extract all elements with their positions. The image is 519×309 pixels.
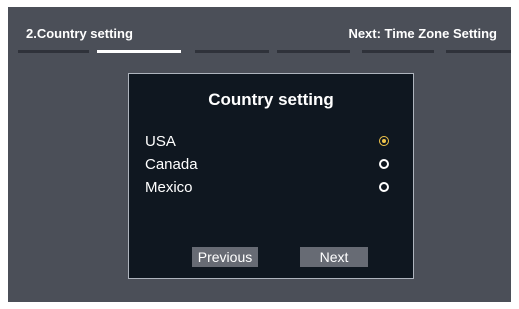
next-step-label: Next: Time Zone Setting [348,26,497,41]
progress-segment [195,50,269,53]
step-title: 2.Country setting [26,26,133,41]
progress-segment-active [97,50,181,53]
radio-icon[interactable] [379,182,389,192]
progress-segment [362,50,434,53]
option-usa[interactable]: USA [145,131,395,153]
radio-icon[interactable] [379,159,389,169]
option-mexico[interactable]: Mexico [145,177,395,199]
country-dialog: Country setting USA Canada Mexico Previo… [128,73,414,279]
next-button[interactable]: Next [300,247,368,267]
dialog-title: Country setting [208,90,334,109]
progress-segment [18,50,89,53]
option-label: Mexico [145,179,193,196]
progress-segment [446,50,511,53]
option-label: USA [145,133,176,150]
option-canada[interactable]: Canada [145,154,395,176]
progress-segment [277,50,350,53]
setup-screen: 2.Country setting Next: Time Zone Settin… [8,7,511,302]
option-label: Canada [145,156,198,173]
previous-button[interactable]: Previous [192,247,258,267]
radio-selected-icon[interactable] [379,136,389,146]
